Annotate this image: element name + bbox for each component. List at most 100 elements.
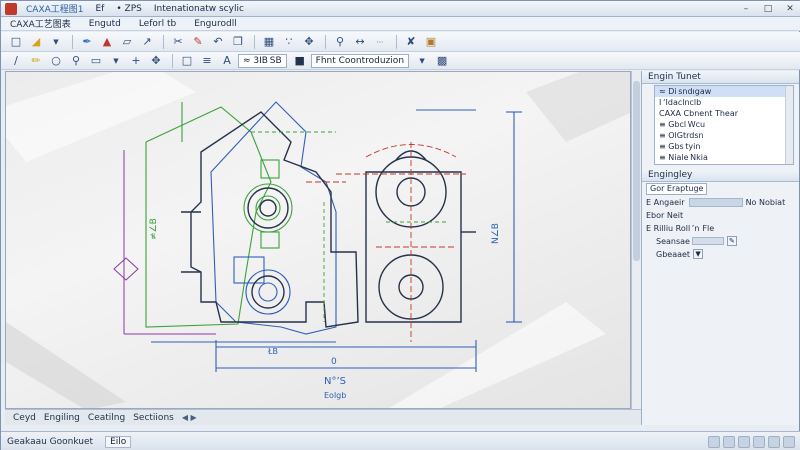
status-icons [705,435,800,448]
cut-icon[interactable]: ✂ [169,34,187,50]
property-filter-combo[interactable]: Gor Eraptuge [646,183,708,195]
prop-value-field[interactable] [691,237,724,245]
snap-toggle-icon[interactable] [738,435,750,448]
dropdown-arrow-icon[interactable]: ▼ [107,53,125,69]
maximize-icon[interactable]: □ [757,2,779,16]
toolbar-separator [172,53,173,68]
dropdown-arrow-icon[interactable]: ▼ [693,249,704,259]
right-side-panel: Engin Tunet ≈ Di sndıgaw I ‘Idaclnclb CA… [641,71,799,425]
toolbar-separator [254,34,255,49]
export-icon[interactable]: ↗ [138,34,156,50]
menu-item-3[interactable]: Leforl tb [130,19,185,29]
tree-item[interactable]: ≡ Niale Nkia [655,152,793,163]
drawing-canvas[interactable]: ≠∠B N∠B ŁB 0 N°’S Eolgb [5,71,631,409]
prop-label: E Angaeir [646,197,685,207]
snap-icon[interactable]: ∵ [280,34,298,50]
eraser-icon[interactable]: ▱ [118,34,136,50]
lineweight-toggle-icon[interactable] [768,435,780,448]
menu-item-4[interactable]: Engurodll [185,19,246,29]
prop-row: Gbeaaet ▼ [646,248,796,260]
line-icon[interactable]: ∕ [7,53,25,69]
menu-item-1[interactable]: CAXA工艺图表 [1,17,80,30]
panel-header-properties: Engingley [642,169,799,182]
tab-nav-arrows-icon[interactable]: ◀ ▶ [182,413,197,422]
close-icon[interactable]: ✕ [779,2,800,16]
text-icon[interactable]: A [218,53,236,69]
dim-bottom-3: N°’S [324,376,346,387]
tree-item[interactable]: ≡ OlGtrdsn [655,130,793,141]
title-tab-app[interactable]: CAXA工程图1 [20,2,90,15]
ortho-toggle-icon[interactable] [723,435,735,448]
bracket-icon[interactable]: □ [178,53,196,69]
paste-icon[interactable]: ❐ [229,34,247,50]
undo-icon[interactable]: ↶ [209,34,227,50]
toolbar-separator [396,34,397,49]
dark-outline [181,111,476,328]
prop-row: E Angaeir No Nobiat [646,196,796,208]
toolbar-separator [72,34,73,49]
layout-tab-1[interactable]: Ceyd [9,413,40,423]
prop-label: Gbeaaet [656,249,691,259]
zoom-icon[interactable]: ⚲ [331,34,349,50]
grid-toggle-icon[interactable] [708,435,720,448]
edit-icon[interactable]: ✎ [726,236,737,246]
toolbar-separator [325,34,326,49]
prop-row: Ebor Neit [646,209,796,221]
text-style-combo[interactable]: Fhnt Coontroduzion [310,53,410,68]
prop-row: E Rilliu Roll ’n Fle [646,222,796,234]
settings-icon[interactable] [783,435,795,448]
more-icon[interactable]: ⋯ [371,34,389,50]
dropdown-arrow-icon[interactable]: ▼ [47,34,65,50]
status-text: Geakaau Goonkuet [7,436,94,447]
triangle-red-icon[interactable]: ▲ [98,34,116,50]
polar-toggle-icon[interactable] [753,435,765,448]
menu-item-2[interactable]: Engutd [80,19,130,29]
title-bar: CAXA工程图1 Ef • ZPS Intenationatw scylic –… [1,1,800,17]
menu-bar: CAXA工艺图表 Engutd Leforl tb Engurodll [1,17,800,31]
layout-tab-3[interactable]: Ceatilng [84,413,129,423]
tree-item[interactable]: ≈ Di sndıgaw [655,86,793,97]
tree-item[interactable]: ≡ Gbs tyin [655,141,793,152]
status-bar: Geakaau Goonkuet Eilo [1,431,800,450]
dark-box-icon[interactable]: ■ [291,53,309,69]
title-tab-3[interactable]: • ZPS [110,4,147,14]
move-icon[interactable]: ✥ [300,34,318,50]
pen-icon[interactable]: ✒ [78,34,96,50]
pencil-icon[interactable]: ✏ [27,53,45,69]
dropdown-arrow-icon[interactable]: ▼ [413,53,431,69]
prop-label: Ebor Neit [646,210,684,220]
tools-icon[interactable]: ✘ [402,34,420,50]
tree-item[interactable]: ≡ Gbcl Wcu [655,119,793,130]
layout-tab-4[interactable]: Sectiions [129,413,178,423]
canvas-vertical-scrollbar[interactable] [631,71,641,409]
background-pattern [6,72,630,408]
scrollbar-thumb[interactable] [633,81,640,261]
title-tab-2[interactable]: Ef [90,4,111,14]
title-tab-4[interactable]: Intenationatw scylic [148,4,250,14]
tree-scrollbar[interactable] [785,86,793,164]
calendar-icon[interactable]: ▦ [260,34,278,50]
plus-icon[interactable]: + [127,53,145,69]
rectangle-icon[interactable]: ▭ [87,53,105,69]
toolbar-separator [163,34,164,49]
open-folder-icon[interactable]: ◢ [27,34,45,50]
layer-icon[interactable]: ▩ [433,53,451,69]
minimize-icon[interactable]: – [735,2,757,16]
cube-icon[interactable]: ▣ [422,34,440,50]
list-icon[interactable]: ≡ [198,53,216,69]
magnifier-icon[interactable]: ⚲ [67,53,85,69]
pan-icon[interactable]: ↔ [351,34,369,50]
new-file-icon[interactable]: □ [7,34,25,50]
circle-icon[interactable]: ○ [47,53,65,69]
layout-tab-2[interactable]: Engiling [40,413,84,423]
layout-tab-bar: Ceyd Engiling Ceatilng Sectiions ◀ ▶ [5,409,641,425]
prop-value-field[interactable] [688,197,743,207]
brush-icon[interactable]: ✎ [189,34,207,50]
blue-outline [151,101,522,372]
scale-combo[interactable]: ≈ 3IB SB [238,53,287,68]
status-field[interactable]: Eilo [105,435,132,448]
move-icon[interactable]: ✥ [147,53,165,69]
tree-item[interactable]: I ‘Idaclnclb [655,97,793,108]
tree-item[interactable]: CAXA Cbnent Thear [655,108,793,119]
main-toolbar: □ ◢ ▼ ✒ ▲ ▱ ↗ ✂ ✎ ↶ ❐ ▦ ∵ ✥ ⚲ ↔ ⋯ ✘ ▣ [1,32,800,52]
